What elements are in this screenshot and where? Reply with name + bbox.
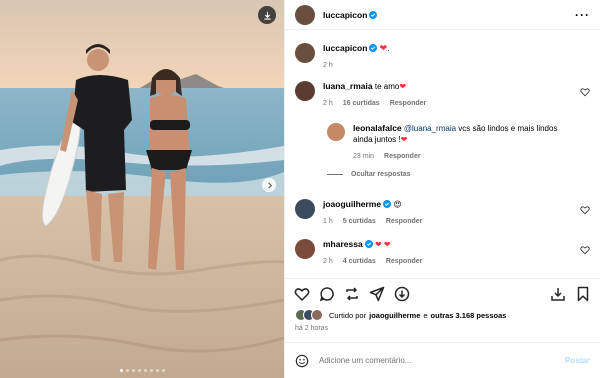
avatar	[311, 309, 323, 321]
hide-replies-label: Ocultar respostas	[351, 171, 411, 178]
carousel-dot[interactable]	[137, 369, 141, 372]
comment-username[interactable]: luana_rmaia	[323, 81, 373, 91]
download-icon[interactable]	[550, 286, 566, 302]
liked-by-prefix: Curtido por	[329, 310, 367, 320]
carousel-dot[interactable]	[119, 369, 123, 372]
reply-button[interactable]: Responder	[386, 218, 423, 225]
comment-item: mharessa ❤ ❤ 2 h 4 curtidas Responder	[295, 239, 590, 267]
commenter-avatar[interactable]	[327, 123, 345, 141]
carousel-dots	[0, 369, 284, 372]
comment-emoji: 😍	[393, 200, 402, 209]
heart-icon[interactable]	[580, 245, 590, 255]
save-icon[interactable]	[575, 286, 591, 302]
comment-likes[interactable]: 16 curtidas	[343, 100, 380, 107]
author-username[interactable]: luccapicon	[323, 10, 378, 20]
divider-line	[327, 174, 343, 175]
commenter-avatar[interactable]	[295, 239, 315, 259]
carousel-dot[interactable]	[143, 369, 147, 372]
caption: luccapicon ❤. 2 h	[295, 43, 590, 71]
post-comment-button[interactable]: Postar	[565, 356, 590, 365]
reply-mention[interactable]: @luana_rmaia	[404, 124, 456, 133]
share-icon[interactable]	[369, 286, 385, 302]
carousel-dot[interactable]	[125, 369, 129, 372]
verified-icon	[369, 10, 378, 19]
reply-username[interactable]: leonalafalce	[353, 123, 402, 133]
liked-by-others[interactable]: outras 3.168 pessoas	[431, 311, 507, 320]
emoji-icon[interactable]	[295, 354, 309, 368]
author-avatar[interactable]	[295, 4, 315, 25]
verified-icon	[364, 240, 373, 248]
comment-emoji: ❤	[399, 82, 407, 91]
reply-button[interactable]: Responder	[386, 258, 423, 265]
add-comment-bar: Adicione um comentário... Postar	[285, 342, 600, 378]
comment-likes[interactable]: 4 curtidas	[343, 258, 376, 265]
liked-by-avatars	[295, 309, 325, 321]
comment-username[interactable]: joaoguilherme	[323, 199, 381, 209]
reply-button[interactable]: Responder	[390, 100, 427, 107]
post-photo	[0, 0, 284, 378]
comment-icon[interactable]	[319, 286, 335, 302]
post-media[interactable]	[0, 0, 284, 378]
more-options-button[interactable]: ···	[575, 8, 590, 22]
comments-list: luccapicon ❤. 2 h luana_rmaia te amo❤ 2 …	[285, 31, 600, 277]
gift-icon[interactable]	[394, 286, 410, 302]
caption-text: .	[387, 44, 390, 53]
comment-likes[interactable]: 5 curtidas	[343, 218, 376, 225]
post-sidebar: luccapicon ··· luccapicon ❤. 2 h luana_r…	[284, 0, 600, 378]
next-slide-button[interactable]	[262, 178, 276, 192]
download-button[interactable]	[258, 6, 276, 24]
comment-item: joaoguilherme 😍 1 h 5 curtidas Responder	[295, 199, 590, 227]
heart-icon[interactable]	[294, 286, 310, 302]
comment-time[interactable]: 2 h	[323, 258, 333, 265]
carousel-dot[interactable]	[161, 369, 165, 372]
repost-icon[interactable]	[344, 286, 360, 302]
author-avatar[interactable]	[295, 43, 315, 63]
caption-username[interactable]: luccapicon	[323, 43, 367, 53]
action-bar	[285, 278, 600, 308]
liked-by-user[interactable]: joaoguilherme	[369, 311, 420, 320]
comment-time[interactable]: 1 h	[323, 218, 333, 225]
comment-text: te amo	[374, 82, 400, 91]
comment-emoji: ❤ ❤	[374, 240, 391, 249]
comment-time[interactable]: 2 h	[323, 100, 333, 107]
chevron-right-icon	[267, 181, 272, 189]
post-header: luccapicon ···	[285, 0, 600, 30]
comment-item: luana_rmaia te amo❤ 2 h 16 curtidas Respon…	[295, 81, 590, 109]
liked-by: Curtido por joaoguilherme e outras 3.168…	[295, 309, 506, 321]
post-time[interactable]: há 2 horas	[295, 325, 328, 332]
commenter-avatar[interactable]	[295, 199, 315, 219]
comment-input[interactable]: Adicione um comentário...	[319, 356, 565, 365]
more-icon: ···	[575, 7, 590, 22]
carousel-dot[interactable]	[131, 369, 135, 372]
carousel-dot[interactable]	[149, 369, 153, 372]
reply-time[interactable]: 23 min	[353, 153, 374, 160]
reply-emoji: ❤	[400, 135, 408, 144]
caption-time[interactable]: 2 h	[323, 62, 333, 69]
hide-replies-button[interactable]: Ocultar respostas	[327, 171, 411, 178]
liked-by-middle: e	[423, 310, 428, 320]
verified-icon	[383, 200, 392, 208]
heart-icon[interactable]	[580, 205, 590, 215]
verified-icon	[369, 44, 378, 52]
carousel-dot[interactable]	[155, 369, 159, 372]
download-icon	[263, 11, 271, 20]
comment-username[interactable]: mharessa	[323, 239, 363, 249]
heart-icon[interactable]	[580, 87, 590, 97]
commenter-avatar[interactable]	[295, 81, 315, 101]
reply-item: leonalafalce @luana_rmaia vcs são lindos…	[327, 123, 590, 162]
reply-button[interactable]: Responder	[384, 153, 421, 160]
instagram-post-window: luccapicon ··· luccapicon ❤. 2 h luana_r…	[0, 0, 600, 378]
